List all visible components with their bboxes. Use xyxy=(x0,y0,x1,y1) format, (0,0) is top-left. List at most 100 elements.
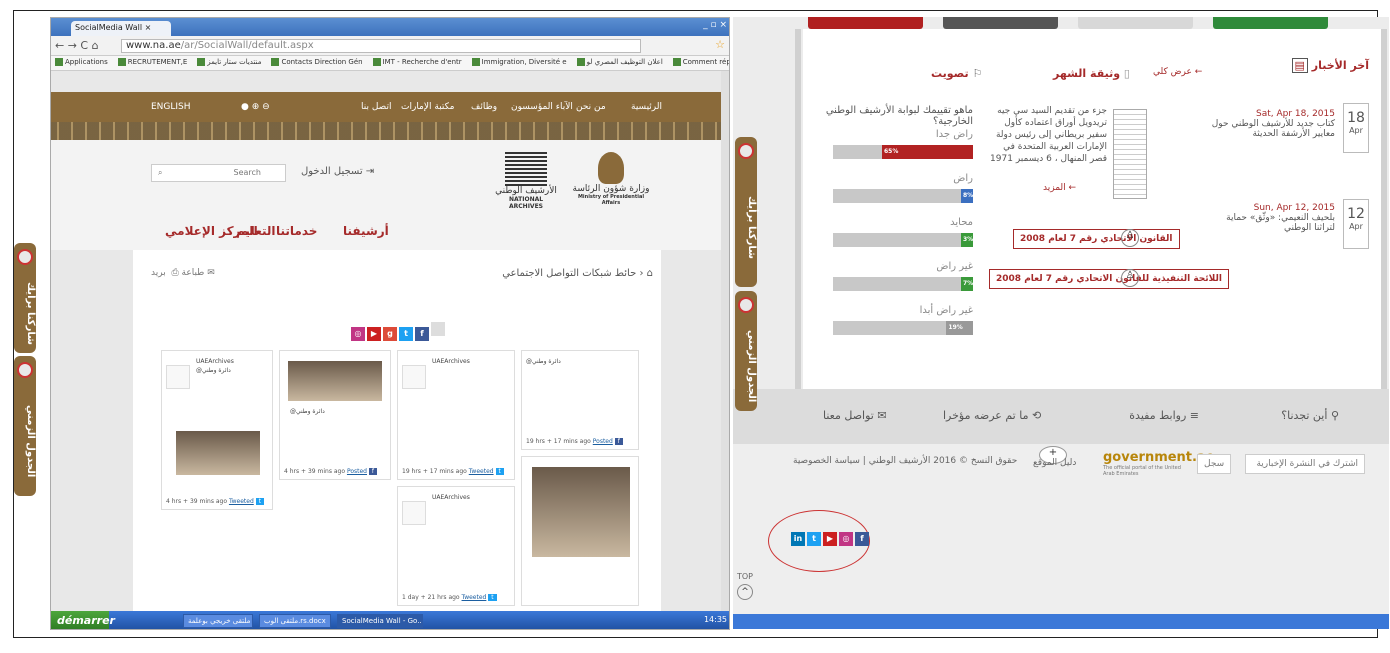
card-source[interactable]: Tweeted xyxy=(469,468,494,475)
twitter-icon[interactable]: t xyxy=(495,468,504,475)
side-tab-feedback[interactable]: شاركنا برأيك xyxy=(735,137,757,287)
facebook-icon[interactable]: f xyxy=(855,532,869,546)
twitter-icon[interactable]: t xyxy=(488,594,497,601)
login-link[interactable]: تسجيل الدخول ⇥ xyxy=(301,166,374,177)
menu-education[interactable]: التعليم xyxy=(236,224,276,238)
where-link[interactable]: أين تجدنا؟ ⚲ xyxy=(1281,409,1339,422)
bookmark-label: اعلان التوظيف المصري لو xyxy=(586,58,663,66)
sitemap-label[interactable]: دليل الموقع xyxy=(1033,458,1076,468)
menu-archive[interactable]: أرشيفنا xyxy=(343,224,389,238)
nav-library[interactable]: مكتبة الإمارات xyxy=(401,102,454,112)
bookmark-item[interactable]: منتديات ستار تايمز xyxy=(197,58,261,66)
register-button[interactable]: سجل xyxy=(1197,454,1232,474)
googleplus-icon[interactable]: g xyxy=(383,327,397,341)
wall-card[interactable]: @دائرة وطني 19 hrs + 17 mins ago Posted … xyxy=(521,350,639,450)
instagram-icon[interactable]: ◎ xyxy=(839,532,853,546)
regulation-link[interactable]: اللائحة التنفيذية للقانون الاتحادي رقم 7… xyxy=(989,269,1229,289)
poll-option-label: راض xyxy=(953,173,973,184)
news-item[interactable]: Sun, Apr 12, 2015 بلحيف النعيمي: «وثّق» ح… xyxy=(1205,203,1335,233)
back-to-top-icon[interactable]: ^ xyxy=(737,584,753,600)
government-ae-logo[interactable]: government.ae The official portal of the … xyxy=(1103,450,1215,480)
site-header: ⌕ Search تسجيل الدخول ⇥ الأرشيف الوطني NA… xyxy=(51,140,729,250)
scrollbar[interactable] xyxy=(721,71,729,611)
privacy-link[interactable]: سياسة الخصوصية xyxy=(793,456,860,466)
useful-links[interactable]: روابط مفيدة ≡ xyxy=(1129,409,1199,422)
all-filter-icon[interactable] xyxy=(431,322,445,336)
contact-link[interactable]: تواصل معنا ✉ xyxy=(823,409,887,422)
bookmark-item[interactable]: Applications xyxy=(55,58,108,66)
ministry-logo[interactable]: وزارة شؤون الرئاسة Ministry of President… xyxy=(571,152,651,212)
nav-jobs[interactable]: وظائف xyxy=(471,102,497,112)
nav-buttons-icon[interactable]: ← → C ⌂ xyxy=(55,39,99,52)
poll-option-label: غير راض xyxy=(936,261,973,272)
card-author: دائرة وطني xyxy=(532,358,561,365)
twitter-icon[interactable]: t xyxy=(255,498,265,505)
side-tab-timeline[interactable]: الجدول الزمني xyxy=(14,356,36,496)
home-icon[interactable]: ⌂ xyxy=(647,268,653,279)
law-link[interactable]: القانون الاتحادي رقم 7 لعام 2008 xyxy=(1013,229,1180,249)
card-source[interactable]: Posted xyxy=(593,438,613,445)
view-all-link[interactable]: عرض كلي ← xyxy=(1153,67,1202,77)
card-meta: 4 hrs + 39 mins ago Posted f xyxy=(284,468,386,475)
browser-tab[interactable]: SocialMedia Wall × xyxy=(71,21,171,36)
nav-home[interactable]: الرئيسية xyxy=(631,102,662,112)
newsletter-input[interactable]: اشترك في النشرة الإخبارية xyxy=(1245,454,1365,474)
linkedin-icon[interactable]: in xyxy=(791,532,805,546)
wall-card[interactable]: @دائرة وطني 4 hrs + 39 mins ago Posted f xyxy=(279,350,391,480)
doc-more-link[interactable]: المزيد ← xyxy=(1043,183,1076,193)
menu-services[interactable]: خدماتنا xyxy=(276,224,317,238)
history-icon: ⟲ xyxy=(1032,409,1042,422)
bookmark-item[interactable]: Immigration, Diversité e xyxy=(471,58,567,66)
bookmark-item[interactable]: RECRUTEMENT,E xyxy=(117,58,187,66)
nav-contact[interactable]: اتصل بنا xyxy=(361,102,391,112)
nav-founders[interactable]: الآباء المؤسسون xyxy=(511,102,573,112)
poll-question: ماهو تقييمك لبوابة الأرشيف الوطني الخارج… xyxy=(825,105,973,127)
bookmark-icon xyxy=(117,58,126,66)
card-time: 4 hrs + 39 mins ago xyxy=(166,498,228,505)
bookmark-item[interactable]: IMT - Recherche d'entr xyxy=(372,58,462,66)
bookmark-item[interactable]: Contacts Direction Gén xyxy=(271,58,363,66)
card-source[interactable]: Tweeted xyxy=(229,498,254,505)
wall-card[interactable]: UAEArchives 1 day + 21 hrs ago Tweeted t xyxy=(397,486,515,606)
card-source[interactable]: Tweeted xyxy=(462,594,487,601)
twitter-icon[interactable]: t xyxy=(399,327,413,341)
news-item[interactable]: Sat, Apr 18, 2015 كتاب جديد للأرشيف الوطن… xyxy=(1205,109,1335,139)
bookmark-label: منتديات ستار تايمز xyxy=(207,58,262,66)
window-controls[interactable]: _ ▫ × xyxy=(703,20,727,30)
print-link[interactable]: طباعة ⎙ xyxy=(171,268,204,278)
twitter-icon[interactable]: t xyxy=(807,532,821,546)
recent-label: ما تم عرضه مؤخرا xyxy=(943,409,1029,422)
task-label: ملتقى الوب.rs.docx xyxy=(264,617,326,625)
avatar xyxy=(402,501,426,525)
color-bar xyxy=(943,17,1058,29)
side-tab-feedback[interactable]: شاركنا برأيك xyxy=(14,243,36,353)
document-thumbnail[interactable] xyxy=(1113,109,1147,199)
nav-about[interactable]: من نحن xyxy=(576,102,606,112)
accessibility-icons[interactable]: ● ⊕ ⊖ xyxy=(241,102,270,112)
address-input[interactable]: www.na.ae/ar/SocialWall/default.aspx xyxy=(121,39,641,53)
card-source[interactable]: Posted xyxy=(347,468,367,475)
search-input[interactable]: ⌕ Search xyxy=(151,164,286,182)
taskbar-item[interactable]: ملتقى خريجي بوعلمة xyxy=(183,614,253,628)
star-icon[interactable]: ☆ xyxy=(715,38,725,51)
wall-card[interactable] xyxy=(521,456,639,606)
news-day: 18 xyxy=(1347,110,1365,126)
language-link[interactable]: ENGLISH xyxy=(151,102,191,112)
facebook-icon[interactable]: f xyxy=(415,327,429,341)
bookmark-item[interactable]: Comment réparer Windo xyxy=(672,58,729,66)
recent-link[interactable]: ما تم عرضه مؤخرا ⟲ xyxy=(943,409,1041,422)
national-archives-logo[interactable]: الأرشيف الوطني NATIONAL ARCHIVES xyxy=(491,152,561,212)
youtube-icon[interactable]: ▶ xyxy=(367,327,381,341)
bookmark-item[interactable]: اعلان التوظيف المصري لو xyxy=(576,58,663,66)
wall-card[interactable]: UAEArchives @دائرة وطني 4 hrs + 39 mins a… xyxy=(161,350,273,510)
side-tab-timeline[interactable]: الجدول الزمني xyxy=(735,291,757,411)
wall-card[interactable]: UAEArchives 19 hrs + 17 mins ago Tweeted… xyxy=(397,350,515,480)
youtube-icon[interactable]: ▶ xyxy=(823,532,837,546)
taskbar-item[interactable]: ملتقى الوب.rs.docx xyxy=(259,614,331,628)
close-icon[interactable]: × xyxy=(145,23,152,32)
facebook-icon[interactable]: f xyxy=(368,468,378,475)
taskbar-item[interactable]: SocialMedia Wall - Go... xyxy=(337,614,423,628)
facebook-icon[interactable]: f xyxy=(614,438,623,445)
start-button[interactable]: démarrer xyxy=(51,611,115,629)
instagram-icon[interactable]: ◎ xyxy=(351,327,365,341)
